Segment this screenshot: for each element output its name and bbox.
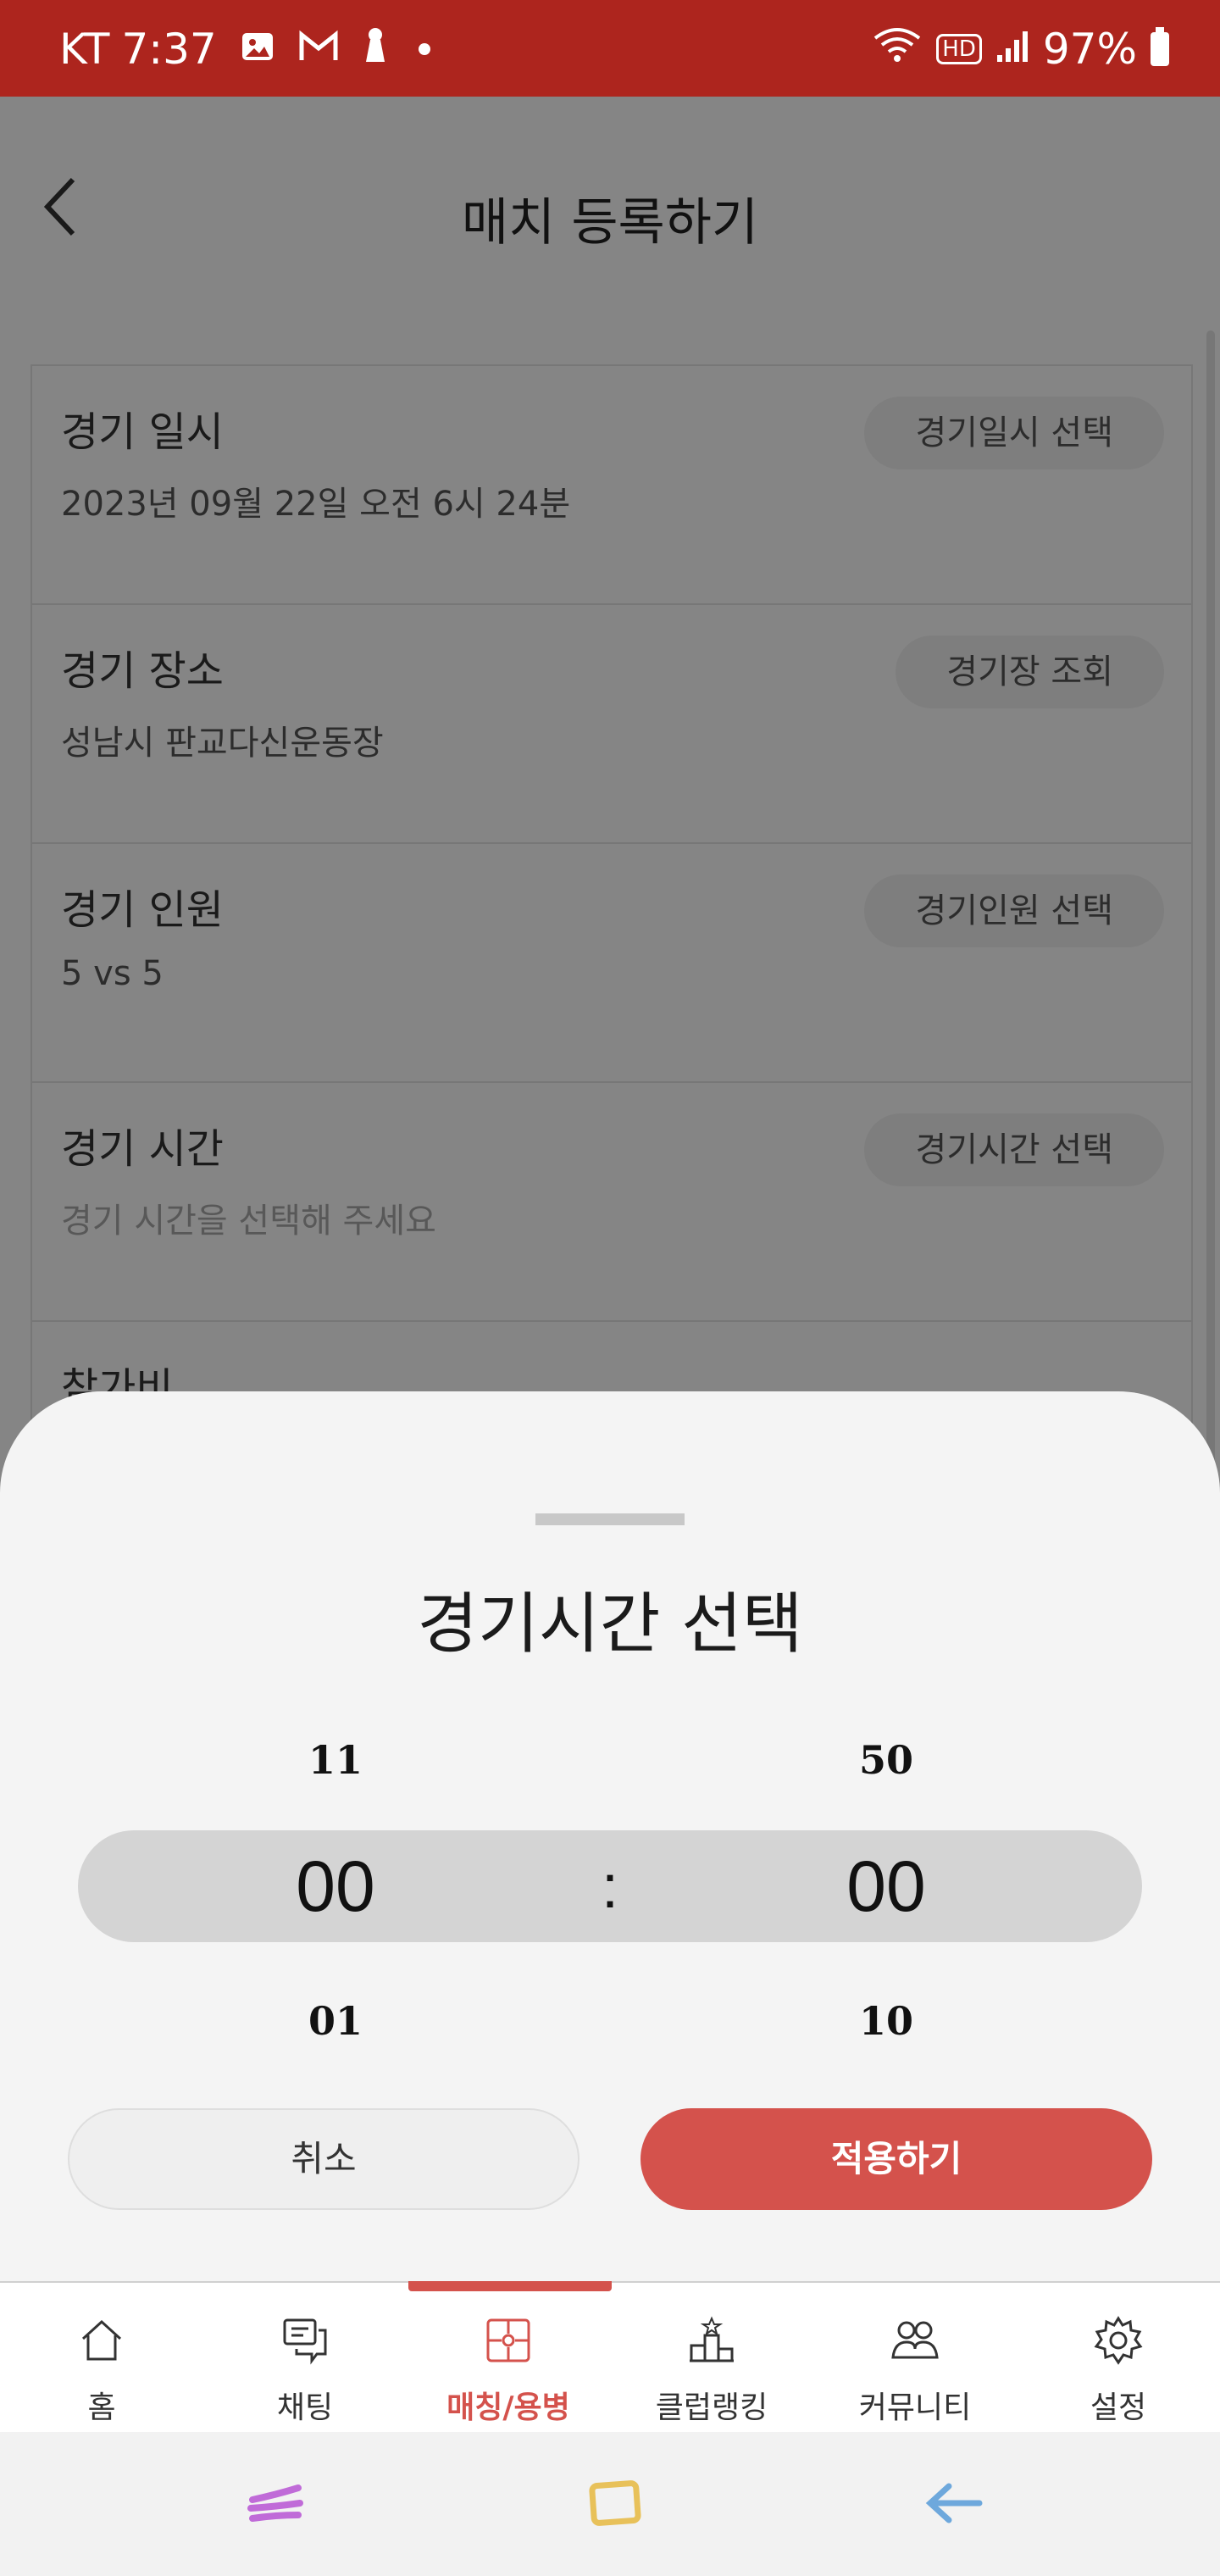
- status-left: KT 7:37: [59, 25, 430, 73]
- clock: 7:37: [121, 25, 217, 74]
- minute-selected-value[interactable]: 00: [801, 1846, 971, 1928]
- nav-item-matching[interactable]: 매칭/용병: [407, 2283, 610, 2432]
- nav-item-community[interactable]: 커뮤니티: [813, 2283, 1017, 2432]
- hd-voice-badge: HD: [936, 34, 982, 64]
- time-separator: :: [601, 1853, 618, 1921]
- duration-bottom-sheet: 경기시간 선택 11 00 01 : 50 00 10 취소 적용하기: [0, 1391, 1220, 2281]
- chat-icon: [283, 2318, 327, 2365]
- signal-icon: [995, 25, 1029, 73]
- keyhole-icon: [363, 25, 388, 73]
- nav-item-settings[interactable]: 설정: [1017, 2283, 1220, 2432]
- sheet-drag-handle[interactable]: [535, 1513, 685, 1525]
- gmail-icon: [298, 25, 339, 73]
- back-system-button[interactable]: [920, 2469, 988, 2537]
- community-icon: [891, 2321, 939, 2359]
- battery-percent: 97%: [1042, 25, 1137, 74]
- cancel-button[interactable]: 취소: [68, 2108, 580, 2210]
- hour-next-value[interactable]: 01: [251, 1998, 420, 2044]
- home-button[interactable]: [581, 2469, 649, 2537]
- carrier: KT: [59, 25, 110, 74]
- hour-prev-value[interactable]: 11: [251, 1737, 420, 1783]
- home-icon: [81, 2319, 122, 2361]
- nav-item-club-ranking[interactable]: 클럽랭킹: [610, 2283, 813, 2432]
- gear-icon: [1094, 2316, 1143, 2365]
- nav-label: 커뮤니티: [858, 2390, 972, 2425]
- nav-label: 설정: [1090, 2390, 1147, 2425]
- nav-label: 홈: [87, 2390, 116, 2425]
- hour-selected-value[interactable]: 00: [251, 1846, 420, 1928]
- arrow-left-icon: [925, 2483, 983, 2523]
- puzzle-icon: [486, 2318, 530, 2362]
- battery-icon: [1151, 27, 1169, 66]
- home-square-icon: [589, 2480, 641, 2526]
- wifi-icon: [872, 25, 923, 73]
- nav-label: 클럽랭킹: [655, 2390, 768, 2425]
- notification-dot-icon: [418, 43, 430, 55]
- nav-item-chat[interactable]: 채팅: [203, 2283, 407, 2432]
- status-right: HD 97%: [858, 25, 1169, 73]
- minute-next-value[interactable]: 10: [801, 1998, 971, 2044]
- podium-icon: [690, 2316, 734, 2362]
- recents-button[interactable]: [242, 2469, 310, 2537]
- minute-prev-value[interactable]: 50: [801, 1737, 971, 1783]
- gallery-icon: [241, 25, 274, 73]
- recents-icon: [247, 2484, 303, 2522]
- nav-item-home[interactable]: 홈: [0, 2283, 203, 2432]
- system-nav-bar: [0, 2432, 1220, 2576]
- status-bar: KT 7:37 HD 97%: [0, 0, 1220, 97]
- nav-label: 매칭/용병: [446, 2390, 570, 2425]
- nav-label: 채팅: [276, 2390, 334, 2425]
- apply-button[interactable]: 적용하기: [640, 2108, 1152, 2210]
- bottom-nav: 홈 채팅 매칭/용병 클럽랭킹 커뮤니티 설정: [0, 2281, 1220, 2432]
- sheet-title: 경기시간 선택: [417, 1586, 803, 1663]
